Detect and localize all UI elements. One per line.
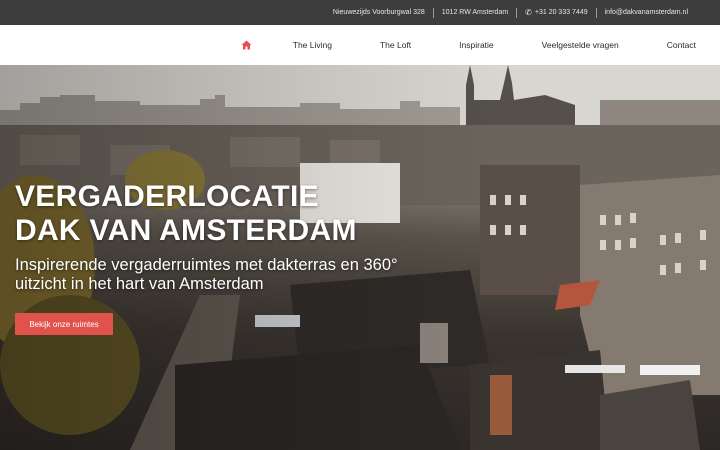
home-link[interactable] <box>239 38 255 52</box>
home-icon <box>241 40 252 50</box>
hero-subtitle-line-1: Inspirerende vergaderruimtes met dakterr… <box>15 256 398 274</box>
email-link[interactable]: info@dakvanamsterdam.nl <box>597 9 696 16</box>
hero-banner: VERGADERLOCATIE DAK VAN AMSTERDAM Inspir… <box>0 65 720 450</box>
nav-inspiratie[interactable]: Inspiratie <box>459 40 494 50</box>
nav-the-loft[interactable]: The Loft <box>380 40 411 50</box>
phone-link[interactable]: ✆ +31 20 333 7449 <box>517 8 595 17</box>
nav-the-living[interactable]: The Living <box>293 40 332 50</box>
main-navigation: The Living The Loft Inspiratie Veelgeste… <box>0 25 720 65</box>
hero-title: VERGADERLOCATIE DAK VAN AMSTERDAM <box>15 180 357 248</box>
top-info-bar: Nieuwezijds Voorburgwal 328 1012 RW Amst… <box>0 0 720 25</box>
phone-text: +31 20 333 7449 <box>534 9 588 16</box>
nav-contact[interactable]: Contact <box>667 40 696 50</box>
nav-veelgestelde-vragen[interactable]: Veelgestelde vragen <box>542 40 619 50</box>
postcode-text: 1012 RW Amsterdam <box>441 9 509 16</box>
hero-subtitle-line-2: uitzicht in het hart van Amsterdam <box>15 275 264 293</box>
view-rooms-button[interactable]: Bekijk onze ruimtes <box>15 313 113 335</box>
address-text: Nieuwezijds Voorburgwal 328 <box>332 9 425 16</box>
hero-title-line-2: DAK VAN AMSTERDAM <box>15 214 357 247</box>
hero-subtitle: Inspirerende vergaderruimtes met dakterr… <box>15 256 435 294</box>
hero-title-line-1: VERGADERLOCATIE <box>15 180 319 213</box>
phone-icon: ✆ <box>525 8 532 17</box>
